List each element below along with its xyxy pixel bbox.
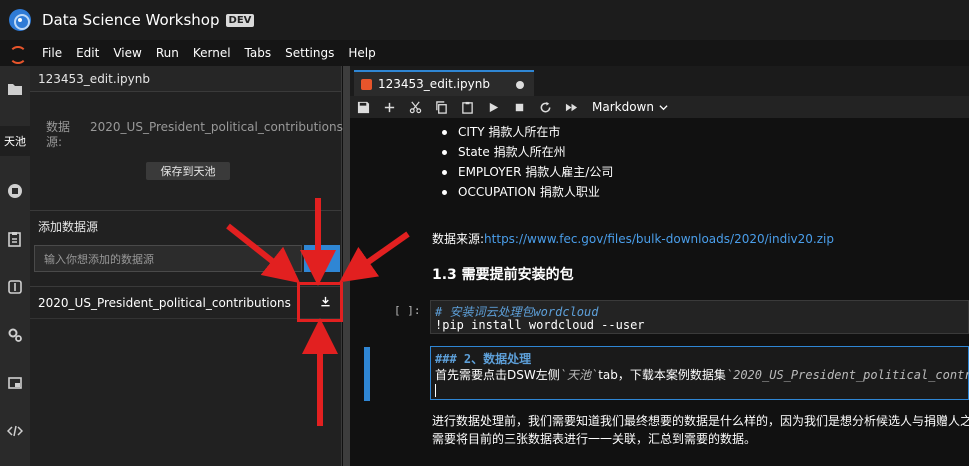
save-to-tianchi-button[interactable]: 保存到天池 bbox=[146, 162, 230, 180]
tab-notebook-label: 123453_edit.ipynb bbox=[378, 77, 490, 91]
cell-type-value: Markdown bbox=[592, 100, 654, 114]
stop-icon[interactable] bbox=[506, 101, 532, 114]
add-datasource-input[interactable]: 输入你想添加的数据源 bbox=[34, 245, 302, 272]
list-item: OCCUPATION 捐款人职业 bbox=[442, 182, 613, 202]
paragraph: 进行数据处理前，我们需要知道我们最终想要的数据是什么样的，因为我们是想分析候选人… bbox=[432, 412, 969, 448]
save-icon[interactable] bbox=[350, 101, 376, 114]
markdown-text-a: 首先需要点击DSW左侧 bbox=[435, 368, 560, 382]
menu-view[interactable]: View bbox=[106, 46, 148, 60]
menu-edit[interactable]: Edit bbox=[69, 46, 106, 60]
code-icon[interactable] bbox=[0, 416, 30, 446]
tianchi-side-panel: 123453_edit.ipynb 数据源: 2020_US_President… bbox=[30, 66, 343, 466]
datasource-value: 2020_US_President_political_contribution… bbox=[90, 120, 343, 134]
notebook-tab-bar: 123453_edit.ipynb bbox=[350, 66, 969, 96]
folder-icon[interactable] bbox=[0, 74, 30, 104]
menu-file[interactable]: File bbox=[35, 46, 69, 60]
tianchi-label: 天池 bbox=[4, 135, 26, 148]
data-source-line: 数据来源:https://www.fec.gov/files/bulk-down… bbox=[432, 230, 834, 247]
paragraph-line: 需要将目前的三张数据表进行一一关联，汇总到需要的数据。 bbox=[432, 432, 757, 446]
copy-icon[interactable] bbox=[428, 100, 454, 114]
jupyter-logo-icon bbox=[7, 44, 27, 64]
markdown-code-b: `2020_US_President_political_contri bbox=[725, 368, 969, 382]
markdown-code-a: `天池` bbox=[559, 368, 599, 382]
markdown-heading: ### 2、数据处理 bbox=[435, 352, 532, 366]
paragraph-line: 进行数据处理前，我们需要知道我们最终想要的数据是什么样的，因为我们是想分析候选人… bbox=[432, 414, 969, 428]
puzzle-icon[interactable] bbox=[0, 272, 30, 302]
tab-notebook[interactable]: 123453_edit.ipynb bbox=[354, 70, 534, 96]
list-item: State 捐款人所在州 bbox=[442, 142, 613, 162]
stop-circle-icon[interactable] bbox=[0, 176, 30, 206]
menu-tabs[interactable]: Tabs bbox=[238, 46, 279, 60]
field-list: CITY 捐款人所在市 State 捐款人所在州 EMPLOYER 捐款人雇主/… bbox=[442, 122, 613, 202]
fast-forward-icon[interactable] bbox=[558, 101, 584, 114]
code-cell[interactable]: # 安装词云处理包wordcloud !pip install wordclou… bbox=[430, 300, 969, 334]
text-cursor bbox=[435, 384, 436, 397]
run-icon[interactable] bbox=[480, 101, 506, 114]
data-source-prefix: 数据来源: bbox=[432, 232, 485, 246]
menu-kernel[interactable]: Kernel bbox=[186, 46, 238, 60]
divider bbox=[30, 210, 342, 211]
download-highlight-box bbox=[297, 282, 343, 322]
section-heading: 1.3 需要提前安装的包 bbox=[432, 267, 574, 283]
add-cell-icon[interactable] bbox=[376, 101, 402, 114]
panel-splitter[interactable] bbox=[343, 66, 350, 466]
notebook-body: CITY 捐款人所在市 State 捐款人所在州 EMPLOYER 捐款人雇主/… bbox=[350, 118, 969, 466]
notebook-icon bbox=[361, 78, 372, 90]
paste-icon[interactable] bbox=[454, 101, 480, 114]
add-datasource-title: 添加数据源 bbox=[38, 220, 99, 234]
data-source-link[interactable]: https://www.fec.gov/files/bulk-downloads… bbox=[484, 232, 834, 246]
code-line: !pip install wordcloud --user bbox=[435, 318, 645, 332]
window-icon[interactable] bbox=[0, 368, 30, 398]
add-datasource-button[interactable] bbox=[304, 245, 340, 272]
list-item: EMPLOYER 捐款人雇主/公司 bbox=[442, 162, 613, 182]
divider bbox=[30, 286, 342, 287]
app-title: Data Science Workshop bbox=[42, 11, 220, 29]
divider bbox=[30, 318, 342, 319]
code-comment: # 安装词云处理包wordcloud bbox=[435, 305, 599, 319]
chevron-down-icon bbox=[659, 104, 668, 110]
gears-icon[interactable] bbox=[0, 320, 30, 350]
markdown-line: 首先需要点击DSW左侧`天池`tab，下载本案例数据集`2020_US_Pres… bbox=[435, 366, 969, 382]
datasource-row: 数据源: 2020_US_President_political_contrib… bbox=[46, 120, 343, 150]
datasource-label: 数据源: bbox=[46, 120, 71, 149]
cell-prompt: [ ]: bbox=[394, 304, 421, 317]
cut-icon[interactable] bbox=[402, 101, 428, 114]
restart-icon[interactable] bbox=[532, 101, 558, 114]
menu-help[interactable]: Help bbox=[341, 46, 382, 60]
unsaved-dot-icon[interactable] bbox=[516, 81, 524, 89]
activity-bar: 天池 bbox=[0, 66, 30, 466]
markdown-cell-editor[interactable]: ### 2、数据处理 首先需要点击DSW左侧`天池`tab，下载本案例数据集`2… bbox=[430, 346, 969, 400]
tianchi-tab[interactable]: 天池 bbox=[0, 126, 30, 156]
notebook-toolbar: Markdown bbox=[350, 96, 969, 118]
title-bar: Data Science Workshop DEV bbox=[0, 0, 969, 40]
menu-run[interactable]: Run bbox=[149, 46, 186, 60]
panel-header: 123453_edit.ipynb bbox=[30, 66, 341, 92]
cell-type-select[interactable]: Markdown bbox=[592, 100, 668, 114]
datasource-file-name: 2020_US_President_political_contribution… bbox=[38, 296, 291, 310]
markdown-text-b: tab，下载本案例数据集 bbox=[598, 368, 726, 382]
menu-settings[interactable]: Settings bbox=[278, 46, 341, 60]
menu-bar: File Edit View Run Kernel Tabs Settings … bbox=[0, 40, 969, 66]
dev-badge: DEV bbox=[225, 13, 255, 27]
list-item: CITY 捐款人所在市 bbox=[442, 122, 613, 142]
clipboard-icon[interactable] bbox=[0, 224, 30, 254]
app-logo-icon bbox=[9, 9, 31, 31]
active-cell-indicator[interactable] bbox=[364, 347, 370, 401]
